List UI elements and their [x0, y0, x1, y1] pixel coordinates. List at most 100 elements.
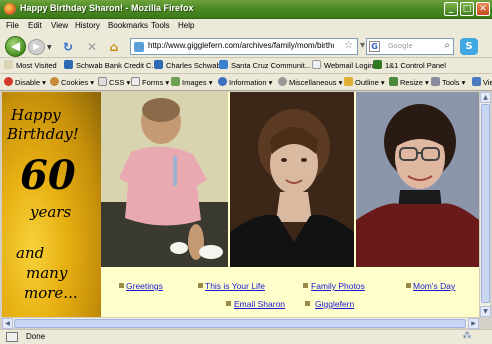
url-dropdown-icon[interactable]: ▾ — [360, 40, 365, 51]
schwab-icon — [154, 60, 163, 69]
dev-forms[interactable]: Forms ▾ — [131, 77, 169, 87]
link-bullet-icon — [305, 301, 310, 306]
google-icon — [219, 60, 228, 69]
cookie-icon — [50, 77, 59, 86]
email-sharon-link[interactable]: Email Sharon — [234, 299, 285, 309]
dev-outline[interactable]: Outline ▾ — [344, 77, 385, 87]
menu-edit[interactable]: Edit — [28, 21, 42, 30]
home-icon[interactable]: ⌂ — [106, 39, 122, 55]
bookmark-most-visited[interactable]: Most Visited — [4, 60, 57, 70]
close-button[interactable]: ✕ — [476, 2, 490, 16]
url-text[interactable]: http://www.gigglefern.com/archives/famil… — [148, 41, 334, 50]
gear-icon — [278, 77, 287, 86]
page-status-icon — [6, 332, 18, 342]
title-bar: Happy Birthday Sharon! - Mozilla Firefox… — [0, 0, 492, 19]
address-bar[interactable]: http://www.gigglefern.com/archives/famil… — [130, 38, 358, 55]
status-bar: Done ⁂ — [0, 329, 492, 344]
banner-line-and: and — [16, 244, 45, 262]
window-title: Happy Birthday Sharon! - Mozilla Firefox — [20, 3, 194, 13]
disable-icon — [4, 77, 13, 86]
bookmark-control-panel[interactable]: 1&1 Control Panel — [373, 60, 446, 70]
wrench-icon — [431, 77, 440, 86]
search-placeholder[interactable]: Google — [388, 42, 413, 50]
menu-bookmarks[interactable]: Bookmarks — [108, 21, 148, 30]
dev-disable[interactable]: Disable ▾ — [4, 77, 46, 87]
horizontal-scroll-thumb[interactable] — [14, 319, 466, 328]
dev-css[interactable]: CSS ▾ — [98, 77, 130, 87]
banner-line-age: 60 — [20, 152, 76, 199]
google-engine-icon[interactable]: G — [369, 41, 380, 52]
history-dropdown-icon[interactable]: ▼ — [47, 44, 52, 51]
horizontal-scrollbar[interactable]: ◀ ▶ — [2, 317, 479, 329]
dev-information[interactable]: Information ▾ — [218, 77, 272, 87]
reload-icon[interactable]: ↻ — [60, 39, 76, 55]
view-source-icon — [472, 77, 481, 86]
baby-photo — [101, 92, 228, 267]
this-is-your-life-link[interactable]: This is Your Life — [205, 281, 265, 291]
birthday-banner: Happy Birthday! 60 years and many more..… — [2, 92, 101, 317]
forward-button[interactable]: ▶ — [28, 39, 45, 55]
resize-icon — [389, 77, 398, 86]
link-bullet-icon — [119, 283, 124, 288]
menu-history[interactable]: History — [75, 21, 100, 30]
bookmarks-toolbar: Most Visited Schwab Bank Credit C... Cha… — [0, 58, 492, 74]
search-icon[interactable]: ⌕ — [444, 40, 450, 51]
dev-miscellaneous[interactable]: Miscellaneous ▾ — [278, 77, 342, 87]
developer-toolbar: Disable ▾ Cookies ▾ CSS ▾ Forms ▾ Images… — [0, 74, 492, 91]
vertical-scroll-thumb[interactable] — [481, 104, 490, 303]
bookmark-santa-cruz[interactable]: Santa Cruz Communit... — [219, 60, 311, 70]
woman-with-glasses-photo-illustration — [356, 92, 479, 267]
bookmark-schwab-bank[interactable]: Schwab Bank Credit C... — [64, 60, 158, 70]
gigglefern-link[interactable]: Gigglefern — [315, 299, 354, 309]
dev-cookies[interactable]: Cookies ▾ — [50, 77, 94, 87]
back-button[interactable]: ◀ — [5, 36, 26, 57]
moms-day-link[interactable]: Mom's Day — [413, 281, 455, 291]
scroll-up-icon[interactable]: ▲ — [480, 92, 491, 103]
link-bullet-icon — [198, 283, 203, 288]
dev-images[interactable]: Images ▾ — [171, 77, 212, 87]
banner-line-more: more... — [24, 284, 78, 302]
menu-file[interactable]: File — [6, 21, 19, 30]
pencil-icon — [344, 77, 353, 86]
menu-tools[interactable]: Tools — [151, 21, 170, 30]
firefox-icon — [4, 3, 16, 15]
images-icon — [171, 77, 180, 86]
banner-line-birthday: Birthday! — [7, 125, 79, 143]
young-woman-photo — [230, 92, 354, 267]
link-bullet-icon — [226, 301, 231, 306]
dev-tools[interactable]: Tools ▾ — [431, 77, 465, 87]
greetings-link[interactable]: Greetings — [126, 281, 163, 291]
woman-with-glasses-photo — [356, 92, 479, 267]
dev-view-source[interactable]: Vie — [472, 77, 492, 87]
stop-icon[interactable]: ✕ — [84, 39, 100, 55]
banner-line-many: many — [26, 264, 68, 282]
menu-view[interactable]: View — [51, 21, 68, 30]
vertical-scrollbar[interactable]: ▲ ▼ — [479, 92, 491, 317]
maximize-button[interactable]: □ — [460, 2, 474, 16]
banner-line-happy: Happy — [11, 106, 61, 124]
young-woman-photo-illustration — [230, 92, 354, 267]
tree-icon — [373, 60, 382, 69]
menu-help[interactable]: Help — [178, 21, 194, 30]
bookmark-star-icon[interactable]: ☆ — [344, 40, 353, 51]
forms-icon — [131, 77, 140, 86]
css-icon — [98, 77, 107, 86]
scroll-right-icon[interactable]: ▶ — [468, 318, 479, 329]
dev-resize[interactable]: Resize ▾ — [389, 77, 429, 87]
bookmark-webmail[interactable]: Webmail Login — [312, 60, 373, 70]
skype-status-icon[interactable]: ⁂ — [458, 331, 476, 343]
search-box[interactable]: G Google ⌕ — [366, 38, 454, 55]
page-content: Happy Birthday! 60 years and many more..… — [2, 92, 479, 317]
family-photos-link[interactable]: Family Photos — [311, 281, 365, 291]
skype-icon[interactable]: S — [460, 38, 478, 55]
site-favicon-icon — [134, 42, 144, 52]
information-icon — [218, 77, 227, 86]
minimize-button[interactable]: _ — [444, 2, 458, 16]
navigation-toolbar: ◀ ▶ ▼ ↻ ✕ ⌂ http://www.gigglefern.com/ar… — [0, 34, 492, 58]
scroll-left-icon[interactable]: ◀ — [2, 318, 13, 329]
link-bullet-icon — [406, 283, 411, 288]
bookmark-charles-schwab[interactable]: Charles Schwab — [154, 60, 221, 70]
menu-bar: File Edit View History Bookmarks Tools H… — [0, 19, 492, 34]
banner-line-years: years — [30, 203, 72, 221]
scroll-down-icon[interactable]: ▼ — [480, 306, 491, 317]
